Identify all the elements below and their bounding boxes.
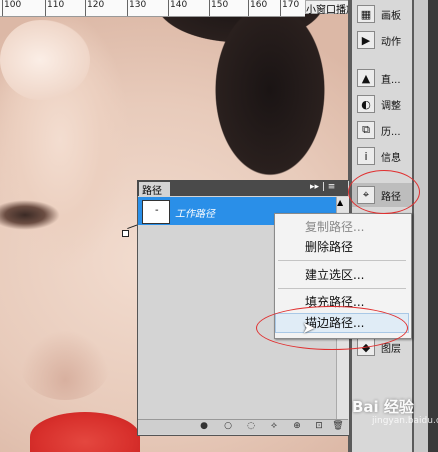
ruler-label: 130 [129, 0, 147, 10]
ruler-tick [209, 0, 210, 16]
nose [20, 330, 110, 400]
annotation-circle-stroke [256, 306, 408, 350]
histogram-icon: ▲ [357, 69, 375, 87]
path-name[interactable]: 工作路径 [175, 205, 215, 220]
scroll-up-icon[interactable]: ▲ [337, 198, 343, 207]
ruler-tick [248, 0, 249, 16]
path-thumbnail-mark: - [155, 205, 159, 216]
fill-path-icon[interactable]: ● [198, 420, 210, 432]
stroke-path-icon[interactable]: ○ [222, 420, 234, 432]
ruler-label: 170 [282, 0, 300, 10]
dock-item-label: 画板 [381, 10, 401, 22]
menu-item-make-selection[interactable]: 建立选区... [275, 265, 409, 285]
history-icon: ⧉ [357, 121, 375, 139]
ruler-tick [127, 0, 128, 16]
lips [30, 412, 140, 452]
menu-separator [278, 260, 406, 261]
ruler-tick [2, 0, 3, 16]
dock-item-label: 直... [381, 74, 401, 86]
dock-item-adjustments[interactable]: ◐ 调整 [352, 92, 412, 116]
ruler-tick [85, 0, 86, 16]
panel-menu-button[interactable]: ▸▸ | ≡ [310, 182, 335, 192]
dock-item-histogram[interactable]: ▲ 直... [352, 66, 412, 90]
horizontal-ruler: 100 110 120 130 140 150 160 170 [0, 0, 305, 17]
dock-item-history[interactable]: ⧉ 历... [352, 118, 412, 142]
load-selection-icon[interactable]: ◌ [245, 420, 257, 432]
tab-paths-label: 路径 [142, 185, 162, 197]
menu-item-duplicate-path[interactable]: 复制路径... [275, 217, 409, 237]
ruler-label: 110 [47, 0, 65, 10]
tab-paths[interactable]: 路径 [139, 182, 170, 197]
ruler-label: 120 [87, 0, 105, 10]
delete-path-icon[interactable]: 🗑 [332, 420, 344, 432]
ruler-tick [280, 0, 281, 16]
window-edge [428, 0, 438, 452]
ruler-label: 160 [250, 0, 268, 10]
path-anchor-point[interactable] [122, 230, 129, 237]
ruler-label: 150 [211, 0, 229, 10]
watermark-url: jingyan.baidu.com [372, 416, 438, 426]
ruler-tick [168, 0, 169, 16]
menu-item-delete-path[interactable]: 删除路径 [275, 237, 409, 257]
dock-item-label: 信息 [381, 152, 401, 164]
new-path-icon[interactable]: ⊡ [313, 420, 325, 432]
mouse-cursor-icon: ➤ [302, 318, 316, 337]
watermark-logo: Bai 经验 [352, 398, 414, 416]
eye [0, 200, 60, 230]
play-icon: ▶ [357, 31, 375, 49]
dock-item-label: 动作 [381, 36, 401, 48]
annotation-circle-paths [348, 170, 420, 214]
forehead-highlight [0, 20, 90, 100]
add-mask-icon[interactable]: ⊕ [291, 420, 303, 432]
dock-item-label: 历... [381, 126, 401, 138]
dock-item-actions[interactable]: ▶ 动作 [352, 28, 412, 52]
ruler-label: 140 [170, 0, 188, 10]
artboard-icon: ▦ [357, 5, 375, 23]
ruler-label: 100 [4, 0, 22, 10]
ruler-tick [45, 0, 46, 16]
menu-separator [278, 288, 406, 289]
adjust-icon: ◐ [357, 95, 375, 113]
dock-item-info[interactable]: i 信息 [352, 144, 412, 168]
make-workpath-icon[interactable]: ⟡ [268, 420, 280, 432]
info-icon: i [357, 147, 375, 165]
dock-item-label: 调整 [381, 100, 401, 112]
dock-item-artboard[interactable]: ▦ 画板 [352, 2, 412, 26]
